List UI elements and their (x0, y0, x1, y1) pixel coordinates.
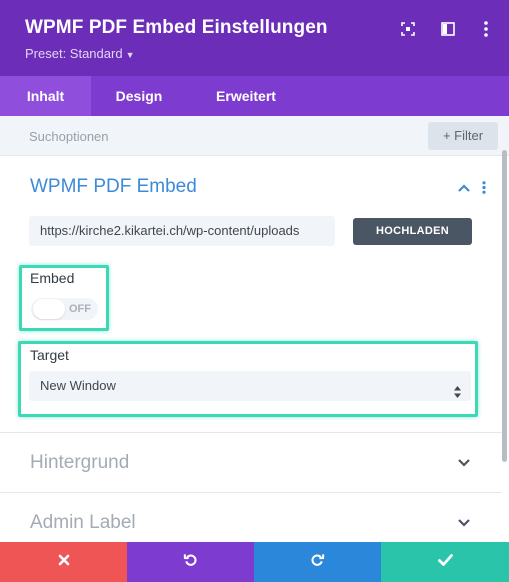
sidebar-layout-icon[interactable] (439, 20, 457, 38)
target-select[interactable]: New Window (29, 371, 471, 401)
search-bar: Suchoptionen + Filter (0, 116, 509, 156)
toggle-knob (33, 299, 65, 319)
caret-down-icon: ▼ (125, 50, 135, 60)
section-title-admin-label[interactable]: Admin Label (30, 512, 136, 534)
tab-inhalt[interactable]: Inhalt (0, 76, 91, 116)
check-icon (437, 553, 453, 571)
redo-icon (310, 552, 325, 572)
tab-erweitert[interactable]: Erweitert (200, 76, 292, 116)
chevron-down-icon[interactable] (456, 517, 472, 529)
pdf-url-input[interactable]: https://kirche2.kikartei.ch/wp-content/u… (29, 216, 335, 246)
modal-title: WPMF PDF Embed Einstellungen (25, 17, 328, 38)
select-arrows-icon (454, 379, 461, 409)
embed-label: Embed (30, 270, 75, 286)
embed-toggle[interactable]: OFF (31, 298, 98, 320)
modal-header: WPMF PDF Embed Einstellungen Preset: Sta… (0, 0, 509, 76)
cancel-button[interactable] (0, 542, 127, 582)
undo-button[interactable] (127, 542, 254, 582)
focus-icon[interactable] (399, 20, 417, 38)
tab-bar: Inhalt Design Erweitert (0, 76, 509, 116)
footer-actions (0, 542, 509, 582)
toggle-state-label: OFF (69, 303, 91, 315)
section-title-main[interactable]: WPMF PDF Embed (30, 176, 197, 198)
section-divider (0, 432, 502, 433)
undo-icon (183, 552, 198, 572)
section-divider (0, 492, 502, 493)
section-title-hintergrund[interactable]: Hintergrund (30, 452, 129, 474)
redo-button[interactable] (254, 542, 381, 582)
upload-button[interactable]: HOCHLADEN (353, 218, 472, 245)
target-label: Target (30, 347, 69, 363)
tab-design[interactable]: Design (103, 76, 175, 116)
preset-label: Preset: Standard (25, 46, 123, 61)
preset-selector[interactable]: Preset: Standard ▼ (25, 46, 134, 61)
chevron-up-icon[interactable] (456, 182, 472, 194)
target-select-value: New Window (40, 378, 116, 393)
search-input[interactable]: Suchoptionen (29, 129, 109, 144)
filter-button[interactable]: + Filter (428, 122, 498, 150)
save-button[interactable] (381, 542, 509, 582)
close-icon (58, 553, 70, 571)
chevron-down-icon[interactable] (456, 457, 472, 469)
section-menu-icon[interactable] (479, 180, 489, 194)
scrollbar[interactable] (502, 150, 507, 462)
more-vertical-icon[interactable] (477, 20, 495, 38)
